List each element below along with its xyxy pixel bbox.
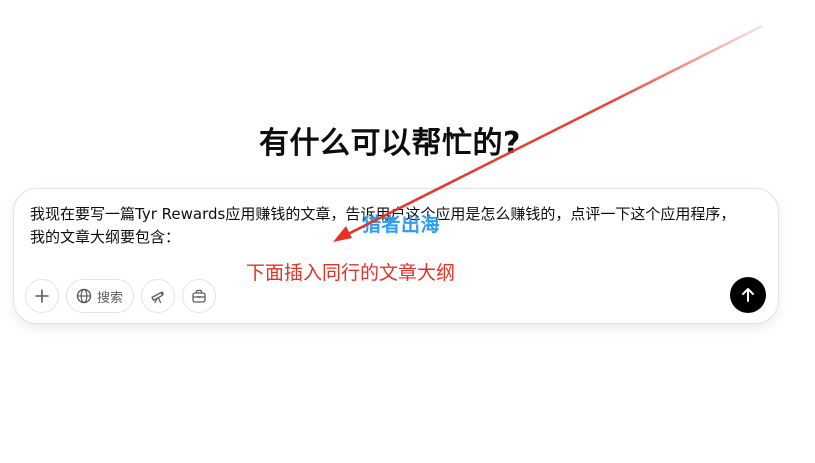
search-button-label: 搜索 (97, 290, 124, 306)
globe-icon (76, 288, 92, 304)
chat-home-page: 有什么可以帮忙的? 我现在要写一篇Tyr Rewards应用赚钱的文章，告诉用户… (0, 0, 815, 463)
send-button[interactable] (730, 277, 766, 313)
toolbox-icon (192, 289, 206, 303)
add-attachment-button[interactable] (25, 279, 59, 313)
arrow-up-icon (742, 288, 754, 302)
plus-icon (35, 289, 49, 303)
tools-button[interactable] (182, 279, 217, 313)
page-title: 有什么可以帮忙的? (259, 126, 521, 161)
prompt-composer[interactable]: 我现在要写一篇Tyr Rewards应用赚钱的文章，告诉用户这个应用是怎么赚钱的… (13, 188, 779, 324)
composer-toolbar: 搜索 (25, 278, 217, 314)
search-button[interactable]: 搜索 (66, 279, 135, 313)
deep-research-button[interactable] (141, 279, 176, 313)
telescope-icon (151, 291, 165, 304)
annotation-note: 下面插入同行的文章大纲 (246, 262, 456, 284)
watermark-text: 猎者出海 (362, 214, 441, 236)
